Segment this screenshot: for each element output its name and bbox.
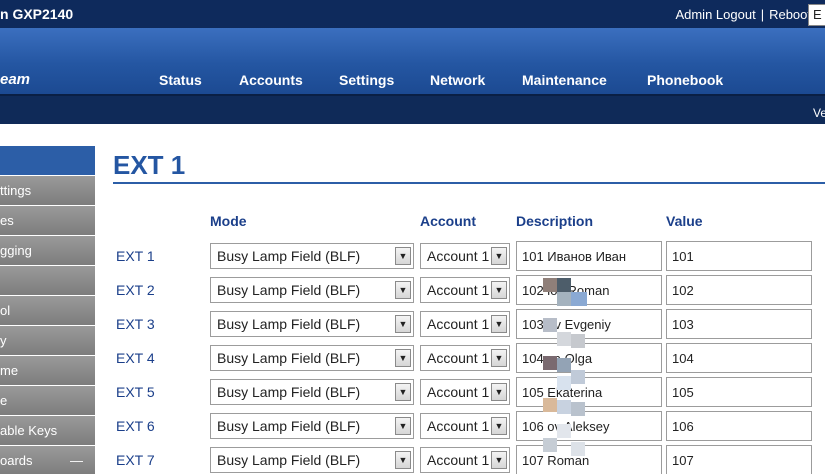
- chevron-down-icon: ▼: [395, 349, 411, 367]
- reboot-link[interactable]: Reboot: [769, 7, 811, 22]
- collapse-icon[interactable]: —: [70, 446, 83, 474]
- value-input[interactable]: 102: [666, 275, 812, 305]
- sidebar: ttings es gging ol y me e able Keys oard…: [0, 146, 95, 474]
- account-select-value: Account 1: [427, 452, 490, 468]
- value-input[interactable]: 105: [666, 377, 812, 407]
- main-nav: eam Status Accounts Settings Network Mai…: [0, 28, 825, 94]
- account-select[interactable]: Account 1 ▼: [420, 345, 510, 371]
- account-select-value: Account 1: [427, 384, 490, 400]
- sub-bar: Ve: [0, 94, 825, 124]
- admin-logout-link[interactable]: Admin Logout: [675, 7, 755, 22]
- account-select-value: Account 1: [427, 350, 490, 366]
- mode-select[interactable]: Busy Lamp Field (BLF) ▼: [210, 447, 414, 473]
- account-select[interactable]: Account 1 ▼: [420, 277, 510, 303]
- sidebar-item-programmable-keys[interactable]: able Keys: [0, 416, 95, 446]
- column-header-description: Description: [516, 213, 594, 229]
- account-select-value: Account 1: [427, 316, 490, 332]
- chevron-down-icon: ▼: [491, 315, 507, 333]
- mode-select[interactable]: Busy Lamp Field (BLF) ▼: [210, 311, 414, 337]
- mode-select-value: Busy Lamp Field (BLF): [217, 384, 361, 400]
- chevron-down-icon: ▼: [491, 281, 507, 299]
- ext-row-label: EXT 4: [116, 350, 155, 366]
- value-input[interactable]: 107: [666, 445, 812, 474]
- title-divider: [113, 182, 825, 184]
- chevron-down-icon: ▼: [395, 281, 411, 299]
- nav-accounts[interactable]: Accounts: [239, 72, 303, 88]
- nav-settings[interactable]: Settings: [339, 72, 394, 88]
- chevron-down-icon: ▼: [395, 383, 411, 401]
- chevron-down-icon: ▼: [395, 247, 411, 265]
- account-select-value: Account 1: [427, 418, 490, 434]
- value-input[interactable]: 106: [666, 411, 812, 441]
- account-select-value: Account 1: [427, 248, 490, 264]
- description-input[interactable]: 101 Иванов Иван: [516, 241, 662, 271]
- ext-row-label: EXT 7: [116, 452, 155, 468]
- mode-select-value: Busy Lamp Field (BLF): [217, 316, 361, 332]
- brand-logo: eam: [0, 71, 31, 88]
- nav-status[interactable]: Status: [159, 72, 202, 88]
- value-input[interactable]: 104: [666, 343, 812, 373]
- sidebar-item-label: oards: [0, 453, 33, 468]
- top-bar: n GXP2140 Admin Logout | Reboot E: [0, 0, 825, 28]
- version-label: Ve: [813, 106, 825, 120]
- ext-row-label: EXT 2: [116, 282, 155, 298]
- account-select[interactable]: Account 1 ▼: [420, 379, 510, 405]
- ext-row-label: EXT 6: [116, 418, 155, 434]
- sidebar-header[interactable]: [0, 146, 95, 176]
- account-select[interactable]: Account 1 ▼: [420, 243, 510, 269]
- ext-row-label: EXT 1: [116, 248, 155, 264]
- ext-row-label: EXT 3: [116, 316, 155, 332]
- sidebar-item[interactable]: ttings: [0, 176, 95, 206]
- mode-select[interactable]: Busy Lamp Field (BLF) ▼: [210, 413, 414, 439]
- nav-network[interactable]: Network: [430, 72, 485, 88]
- sidebar-item[interactable]: ol: [0, 296, 95, 326]
- mode-select-value: Busy Lamp Field (BLF): [217, 282, 361, 298]
- account-select-value: Account 1: [427, 282, 490, 298]
- sidebar-item[interactable]: me: [0, 356, 95, 386]
- redaction-mosaic: [541, 278, 591, 474]
- mode-select-value: Busy Lamp Field (BLF): [217, 248, 361, 264]
- value-input[interactable]: 101: [666, 241, 812, 271]
- chevron-down-icon: ▼: [395, 315, 411, 333]
- mode-select[interactable]: Busy Lamp Field (BLF) ▼: [210, 345, 414, 371]
- sidebar-item-boards[interactable]: oards —: [0, 446, 95, 474]
- model-name: n GXP2140: [0, 6, 74, 22]
- nav-maintenance[interactable]: Maintenance: [522, 72, 607, 88]
- column-header-mode: Mode: [210, 213, 247, 229]
- link-separator: |: [760, 7, 765, 22]
- mode-select[interactable]: Busy Lamp Field (BLF) ▼: [210, 379, 414, 405]
- mode-select[interactable]: Busy Lamp Field (BLF) ▼: [210, 277, 414, 303]
- top-links: Admin Logout | Reboot: [675, 7, 811, 22]
- language-select[interactable]: E: [808, 4, 825, 26]
- nav-phonebook[interactable]: Phonebook: [647, 72, 723, 88]
- chevron-down-icon: ▼: [491, 247, 507, 265]
- chevron-down-icon: ▼: [491, 451, 507, 469]
- value-input[interactable]: 103: [666, 309, 812, 339]
- chevron-down-icon: ▼: [491, 349, 507, 367]
- sidebar-item[interactable]: es: [0, 206, 95, 236]
- mode-select-value: Busy Lamp Field (BLF): [217, 452, 361, 468]
- chevron-down-icon: ▼: [491, 417, 507, 435]
- mode-select-value: Busy Lamp Field (BLF): [217, 350, 361, 366]
- mode-select-value: Busy Lamp Field (BLF): [217, 418, 361, 434]
- account-select[interactable]: Account 1 ▼: [420, 311, 510, 337]
- account-select[interactable]: Account 1 ▼: [420, 413, 510, 439]
- sidebar-item[interactable]: y: [0, 326, 95, 356]
- account-select[interactable]: Account 1 ▼: [420, 447, 510, 473]
- column-header-account: Account: [420, 213, 476, 229]
- chevron-down-icon: ▼: [395, 451, 411, 469]
- chevron-down-icon: ▼: [395, 417, 411, 435]
- column-header-value: Value: [666, 213, 703, 229]
- ext-row-label: EXT 5: [116, 384, 155, 400]
- page-title: EXT 1: [113, 150, 186, 180]
- sidebar-item[interactable]: e: [0, 386, 95, 416]
- sidebar-item[interactable]: gging: [0, 236, 95, 266]
- chevron-down-icon: ▼: [491, 383, 507, 401]
- mode-select[interactable]: Busy Lamp Field (BLF) ▼: [210, 243, 414, 269]
- sidebar-item[interactable]: [0, 266, 95, 296]
